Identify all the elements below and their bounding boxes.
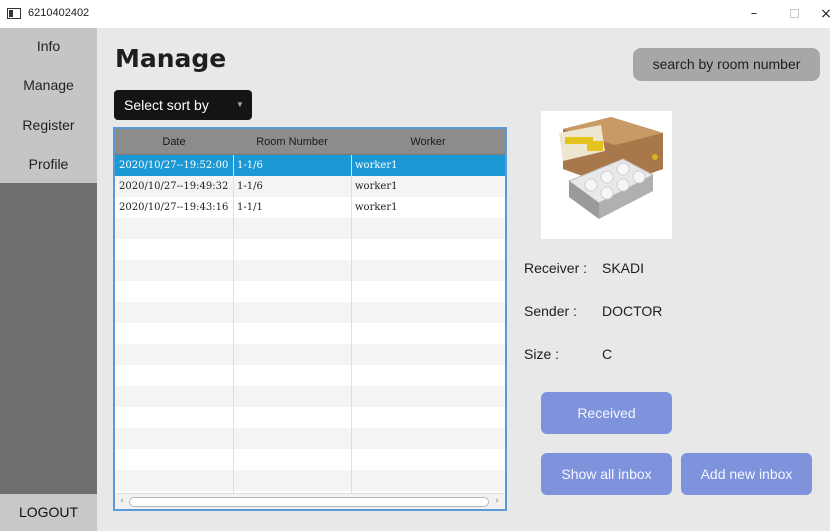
size-value: C — [602, 346, 613, 362]
table-row[interactable] — [115, 281, 505, 302]
table-row[interactable] — [115, 323, 505, 344]
horizontal-scrollbar[interactable]: ‹ › — [115, 493, 505, 509]
table-row[interactable] — [115, 449, 505, 470]
window-titlebar: 6210402402 – × — [0, 0, 830, 28]
table-row[interactable] — [115, 302, 505, 323]
table-row[interactable]: 2020/10/27--19:52:00 1-1/6 worker1 — [115, 155, 505, 176]
column-divider — [233, 155, 234, 495]
table-row[interactable] — [115, 260, 505, 281]
sidebar-item-profile[interactable]: Profile — [0, 146, 97, 182]
worker-cell: worker1 — [355, 160, 398, 171]
receiver-label: Receiver : — [524, 260, 588, 276]
search-by-room-button[interactable]: search by room number — [633, 48, 820, 81]
table-row[interactable] — [115, 218, 505, 239]
receiver-value: SKADI — [602, 260, 645, 276]
app-window-icon — [7, 8, 21, 19]
received-button[interactable]: Received — [541, 392, 672, 434]
table-row[interactable] — [115, 428, 505, 449]
room-number-cell: 1-1/6 — [237, 160, 263, 171]
table-row[interactable] — [115, 344, 505, 365]
sidebar-item-info[interactable]: Info — [0, 28, 97, 64]
worker-cell: worker1 — [355, 181, 398, 192]
parcel-photo — [541, 111, 672, 239]
show-all-inbox-button[interactable]: Show all inbox — [541, 453, 672, 495]
scroll-left-icon[interactable]: ‹ — [116, 495, 128, 508]
column-header-date[interactable]: Date — [115, 129, 233, 155]
size-label: Size : — [524, 346, 560, 362]
table-header: Date Room Number Worker — [115, 129, 505, 155]
parcel-image-icon — [559, 117, 663, 219]
sidebar-item-register[interactable]: Register — [0, 107, 97, 143]
sidebar-item-manage[interactable]: Manage — [0, 67, 97, 103]
window-title: 6210402402 — [28, 7, 90, 19]
table-row[interactable] — [115, 239, 505, 260]
date-cell: 2020/10/27--19:49:32 — [119, 181, 229, 192]
date-cell: 2020/10/27--19:52:00 — [119, 160, 229, 171]
minimize-button[interactable]: – — [739, 2, 769, 26]
date-cell: 2020/10/27--19:43:16 — [119, 202, 229, 213]
sidebar-nav: Info Manage Register Profile — [0, 28, 97, 183]
sort-select-value: Select sort by — [124, 97, 209, 113]
table-row[interactable] — [115, 365, 505, 386]
column-divider — [351, 155, 352, 495]
sender-label: Sender : — [524, 303, 577, 319]
table-row[interactable]: 2020/10/27--19:49:32 1-1/6 worker1 — [115, 176, 505, 197]
column-header-room-number[interactable]: Room Number — [233, 129, 351, 155]
maximize-icon — [789, 9, 799, 18]
table-row[interactable] — [115, 407, 505, 428]
worker-cell: worker1 — [355, 202, 398, 213]
scroll-right-icon[interactable]: › — [491, 495, 503, 508]
page-title: Manage — [115, 44, 227, 73]
sidebar: Info Manage Register Profile LOGOUT — [0, 28, 97, 531]
logout-button[interactable]: LOGOUT — [0, 494, 97, 531]
column-header-worker[interactable]: Worker — [351, 129, 505, 155]
table-row[interactable] — [115, 470, 505, 491]
add-new-inbox-button[interactable]: Add new inbox — [681, 453, 812, 495]
chevron-down-icon: ▼ — [236, 100, 244, 109]
maximize-button[interactable] — [779, 2, 809, 26]
room-number-cell: 1-1/6 — [237, 181, 263, 192]
table-row[interactable]: 2020/10/27--19:43:16 1-1/1 worker1 — [115, 197, 505, 218]
sort-select[interactable]: Select sort by ▼ — [114, 90, 252, 120]
scrollbar-thumb[interactable] — [129, 497, 489, 507]
inbox-table[interactable]: Date Room Number Worker 2020/10/27--19:5… — [113, 127, 507, 511]
room-number-cell: 1-1/1 — [237, 202, 263, 213]
table-row[interactable] — [115, 386, 505, 407]
close-button[interactable]: × — [811, 2, 830, 26]
sender-value: DOCTOR — [602, 303, 663, 319]
